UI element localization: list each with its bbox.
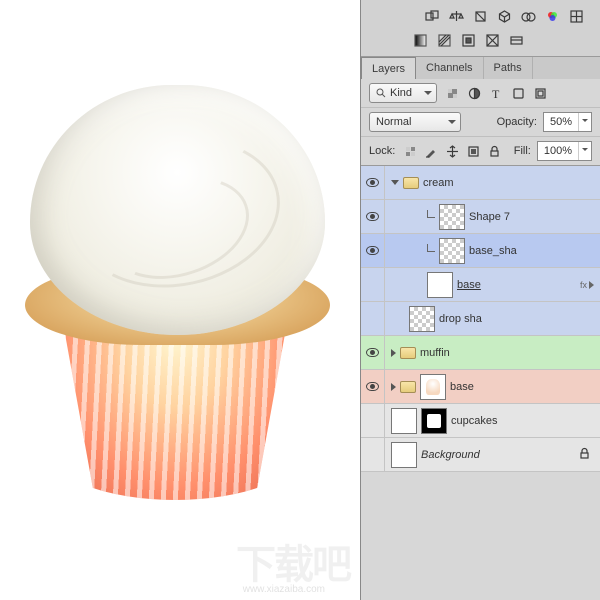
visibility-toggle[interactable] — [361, 438, 385, 471]
eye-icon — [366, 348, 379, 357]
layer-name[interactable]: base_sha — [469, 245, 517, 257]
rgb-icon[interactable] — [543, 7, 561, 25]
eye-icon — [366, 246, 379, 255]
layer-row-Background[interactable]: Background — [361, 438, 600, 472]
layer-row-cupcakes[interactable]: cupcakes — [361, 404, 600, 438]
layer-thumbnail[interactable] — [420, 374, 446, 400]
folder-icon — [403, 177, 419, 189]
right-panel: Layers Channels Paths Kind T Normal Opac… — [360, 0, 600, 600]
lock-icon — [577, 446, 592, 464]
layer-row-base_sha[interactable]: base_sha — [361, 234, 600, 268]
cube-icon[interactable] — [495, 7, 513, 25]
fill-label: Fill: — [514, 145, 531, 157]
layer-name[interactable]: base — [457, 279, 481, 291]
scales-icon[interactable] — [447, 7, 465, 25]
tab-paths[interactable]: Paths — [484, 57, 533, 79]
lock-paint-icon[interactable] — [422, 142, 440, 160]
watermark-text: 下载吧 — [236, 532, 350, 590]
layer-name[interactable]: base — [450, 381, 474, 393]
lock-artboard-icon[interactable] — [464, 142, 482, 160]
layer-mask-thumbnail[interactable] — [421, 408, 447, 434]
fx-badge[interactable]: fx — [580, 280, 594, 290]
layer-name[interactable]: cream — [423, 177, 454, 189]
eye-icon — [366, 212, 379, 221]
layer-name[interactable]: Background — [421, 449, 480, 461]
lock-all-icon[interactable] — [485, 142, 503, 160]
tool-options-bar — [361, 0, 600, 57]
layer-thumbnail[interactable] — [409, 306, 435, 332]
adjust-icon[interactable] — [465, 84, 483, 102]
disclosure-arrow-icon[interactable] — [391, 180, 399, 185]
layer-name[interactable]: muffin — [420, 347, 450, 359]
clip-indicator-icon — [427, 210, 435, 218]
opacity-label: Opacity: — [497, 116, 537, 128]
opacity-input[interactable]: 50% — [543, 112, 592, 132]
layer-filter-row: Kind T — [361, 79, 600, 107]
shape-icon[interactable] — [509, 84, 527, 102]
card-icon[interactable] — [507, 31, 525, 49]
gradient-stripe-icon[interactable] — [435, 31, 453, 49]
fill-input[interactable]: 100% — [537, 141, 592, 161]
canvas-area[interactable]: 下载吧 www.xiazaiba.com — [0, 0, 360, 600]
pixel-icon[interactable] — [443, 84, 461, 102]
type-icon[interactable]: T — [487, 84, 505, 102]
layer-name[interactable]: cupcakes — [451, 415, 497, 427]
layer-name[interactable]: drop sha — [439, 313, 482, 325]
layer-thumbnail[interactable] — [391, 442, 417, 468]
gradient-solid-icon[interactable] — [411, 31, 429, 49]
blend-mode-select[interactable]: Normal — [369, 112, 461, 132]
visibility-toggle[interactable] — [361, 200, 385, 233]
pattern-box-icon[interactable] — [459, 31, 477, 49]
layer-list[interactable]: cream Shape 7 base_shabase fx drop sha muffi… — [361, 165, 600, 600]
layer-thumbnail[interactable] — [439, 238, 465, 264]
visibility-toggle[interactable] — [361, 166, 385, 199]
visibility-toggle[interactable] — [361, 302, 385, 335]
cupcake-illustration — [5, 70, 345, 540]
layer-row-cream[interactable]: cream — [361, 166, 600, 200]
layer-row-Shape-7[interactable]: Shape 7 — [361, 200, 600, 234]
layer-row-base[interactable]: base — [361, 370, 600, 404]
disclosure-arrow-icon[interactable] — [391, 349, 396, 357]
layer-name[interactable]: Shape 7 — [469, 211, 510, 223]
smart-icon[interactable] — [531, 84, 549, 102]
svg-text:T: T — [492, 87, 500, 101]
visibility-toggle[interactable] — [361, 370, 385, 403]
tab-layers[interactable]: Layers — [361, 57, 416, 79]
clip-indicator-icon — [427, 244, 435, 252]
brightness-icon[interactable] — [471, 7, 489, 25]
watermark-url: www.xiazaiba.com — [243, 584, 325, 595]
blend-opacity-row: Normal Opacity: 50% — [361, 107, 600, 136]
visibility-toggle[interactable] — [361, 404, 385, 437]
folder-icon — [400, 381, 416, 393]
lock-pixels-icon[interactable] — [401, 142, 419, 160]
cross-box-icon[interactable] — [483, 31, 501, 49]
layer-thumbnail[interactable] — [427, 272, 453, 298]
lock-label: Lock: — [369, 145, 395, 157]
swap-icon[interactable] — [423, 7, 441, 25]
search-icon — [376, 88, 386, 98]
folder-icon — [400, 347, 416, 359]
layer-row-drop-sha[interactable]: drop sha — [361, 302, 600, 336]
layer-thumbnail[interactable] — [439, 204, 465, 230]
layer-row-base[interactable]: base fx — [361, 268, 600, 302]
eye-icon — [366, 382, 379, 391]
tab-channels[interactable]: Channels — [416, 57, 483, 79]
panel-tabs: Layers Channels Paths — [361, 57, 600, 79]
overlap-icon[interactable] — [519, 7, 537, 25]
eye-icon — [366, 178, 379, 187]
grid-icon[interactable] — [567, 7, 585, 25]
visibility-toggle[interactable] — [361, 336, 385, 369]
visibility-toggle[interactable] — [361, 234, 385, 267]
layer-thumbnail[interactable] — [391, 408, 417, 434]
filter-kind-select[interactable]: Kind — [369, 83, 437, 103]
layer-row-muffin[interactable]: muffin — [361, 336, 600, 370]
lock-fill-row: Lock: Fill: 100% — [361, 136, 600, 165]
disclosure-arrow-icon[interactable] — [391, 383, 396, 391]
lock-position-icon[interactable] — [443, 142, 461, 160]
visibility-toggle[interactable] — [361, 268, 385, 301]
